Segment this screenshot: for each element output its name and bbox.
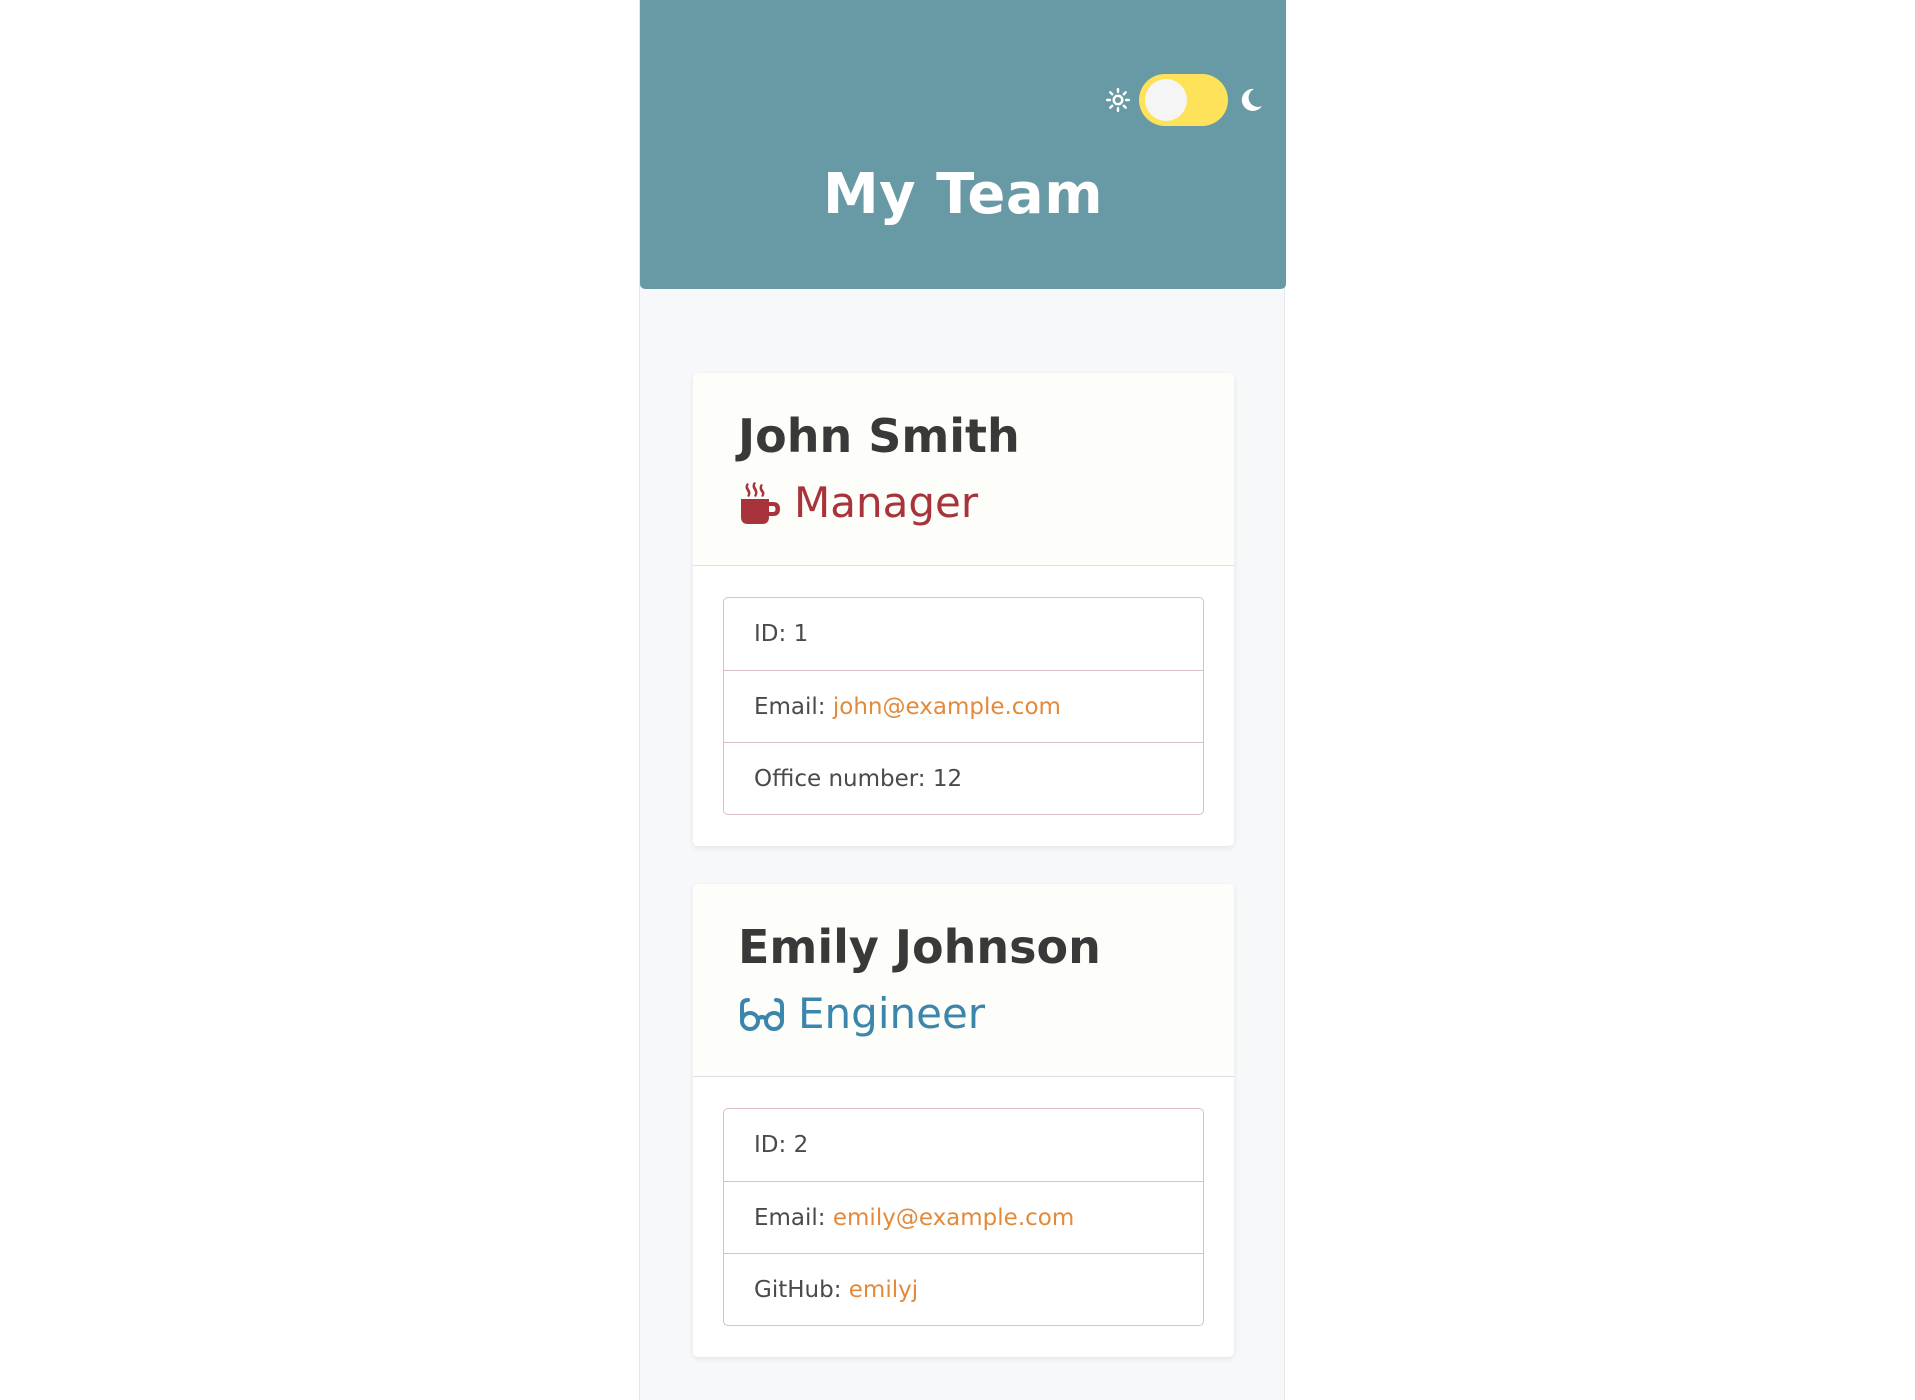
list-item-id: ID: 2 — [724, 1109, 1203, 1181]
role-label: Engineer — [798, 989, 986, 1038]
list-item-id: ID: 1 — [724, 598, 1203, 670]
detail-label: ID: — [754, 621, 787, 647]
toggle-knob — [1145, 79, 1187, 121]
details-list: ID: 2 Email: emily@example.com GitHub: e… — [723, 1108, 1204, 1326]
email-link[interactable]: emily@example.com — [833, 1205, 1074, 1231]
card-header: John Smith Manager — [693, 373, 1234, 566]
list-item-github: GitHub: emilyj — [724, 1253, 1203, 1325]
sun-icon — [1106, 88, 1130, 112]
list-item-email: Email: john@example.com — [724, 670, 1203, 742]
detail-label: Email: — [754, 694, 826, 720]
employee-name: Emily Johnson — [738, 920, 1101, 974]
list-item-office: Office number: 12 — [724, 742, 1203, 814]
employee-role: Manager — [738, 476, 978, 530]
detail-value: 2 — [793, 1132, 809, 1158]
detail-label: Office number: — [754, 766, 926, 792]
coffee-mug-icon — [741, 482, 780, 524]
card-body: ID: 2 Email: emily@example.com GitHub: e… — [693, 1077, 1234, 1357]
employee-name: John Smith — [738, 409, 1020, 463]
moon-icon — [1241, 88, 1262, 111]
glasses-icon — [740, 998, 784, 1031]
employee-card: John Smith Manager ID: 1 Email: john@exa… — [693, 373, 1234, 846]
details-list: ID: 1 Email: john@example.com Office num… — [723, 597, 1204, 815]
detail-label: ID: — [754, 1132, 787, 1158]
page-header: My Team — [640, 0, 1286, 289]
theme-toggle[interactable] — [1139, 74, 1228, 126]
page-title: My Team — [822, 162, 1104, 227]
detail-label: GitHub: — [754, 1277, 842, 1303]
card-body: ID: 1 Email: john@example.com Office num… — [693, 566, 1234, 846]
detail-value: 12 — [932, 766, 963, 792]
detail-label: Email: — [754, 1205, 826, 1231]
app-container: My Team John Smith Manager ID: 1 Email: … — [639, 0, 1286, 1400]
email-link[interactable]: john@example.com — [833, 694, 1061, 720]
detail-value: 1 — [793, 621, 809, 647]
employee-card: Emily Johnson Engineer ID: 2 Email: emil… — [693, 884, 1234, 1357]
theme-toggle-group — [1105, 74, 1264, 126]
role-label: Manager — [794, 478, 979, 527]
github-link[interactable]: emilyj — [849, 1277, 918, 1303]
card-header: Emily Johnson Engineer — [693, 884, 1234, 1077]
list-item-email: Email: emily@example.com — [724, 1181, 1203, 1253]
employee-role: Engineer — [738, 987, 985, 1041]
